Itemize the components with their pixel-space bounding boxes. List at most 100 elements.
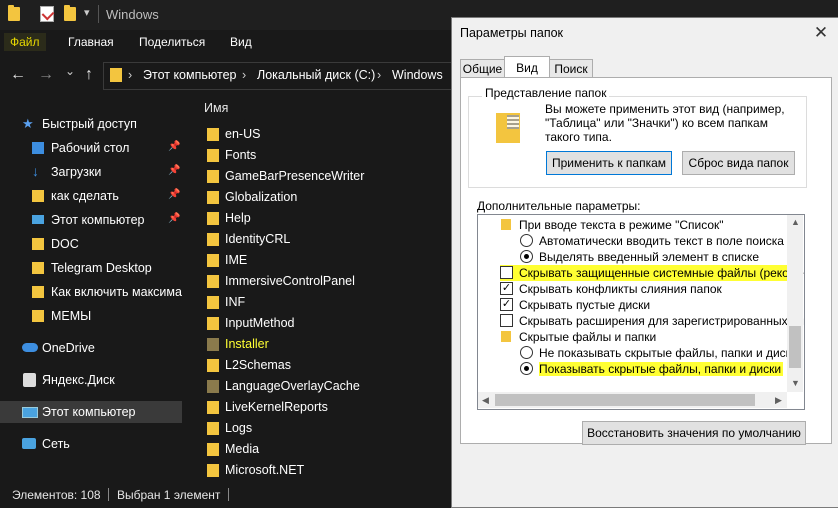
nav-item-onedrive[interactable]: OneDrive xyxy=(0,337,182,359)
folder-icon xyxy=(207,170,219,183)
checkbox-checked[interactable]: ✓ xyxy=(500,298,513,311)
properties-icon[interactable] xyxy=(40,6,55,22)
nav-item-how-to[interactable]: как сделать 📌 xyxy=(0,185,182,207)
file-name: INF xyxy=(225,295,246,309)
pin-icon: 📌 xyxy=(168,165,181,176)
divider xyxy=(98,5,99,23)
new-folder-icon[interactable] xyxy=(64,5,76,21)
checkbox-checked[interactable]: ✓ xyxy=(500,282,513,295)
scroll-thumb[interactable] xyxy=(495,394,755,406)
file-row[interactable]: ImmersiveControlPanel xyxy=(186,271,451,292)
nav-item-how-enable[interactable]: Как включить максимал xyxy=(0,281,182,303)
setting-label: Скрывать расширения для зарегистрированн… xyxy=(519,314,805,328)
file-row[interactable]: Microsoft.NET xyxy=(186,460,451,481)
file-name: Media xyxy=(225,442,260,456)
nav-item-memes[interactable]: МЕМЫ xyxy=(0,305,182,327)
file-row[interactable]: GameBarPresenceWriter xyxy=(186,166,451,187)
breadcrumb-separator[interactable]: › xyxy=(377,68,381,82)
breadcrumb-local-disk[interactable]: Локальный диск (C:) xyxy=(257,68,375,82)
folder-icon xyxy=(207,359,219,372)
nav-item-this-pc[interactable]: Этот компьютер xyxy=(0,401,182,423)
file-row[interactable]: IdentityCRL xyxy=(186,229,451,250)
up-button[interactable]: ↑ xyxy=(85,66,93,84)
close-button[interactable]: ✕ xyxy=(809,22,833,44)
restore-defaults-button[interactable]: Восстановить значения по умолчанию xyxy=(582,421,806,445)
file-name: Microsoft.NET xyxy=(225,463,305,477)
checkbox[interactable] xyxy=(500,314,513,327)
reset-folders-button[interactable]: Сброс вида папок xyxy=(682,151,795,175)
file-name: Logs xyxy=(225,421,253,435)
breadcrumb-separator[interactable]: › xyxy=(128,68,132,82)
file-name: LanguageOverlayCache xyxy=(225,379,360,393)
folder-options-dialog: Параметры папок ✕ Общие Вид Поиск Предст… xyxy=(451,17,838,508)
file-name: LiveKernelReports xyxy=(225,400,328,414)
advanced-settings-list[interactable]: При вводе текста в режиме "Список" Автом… xyxy=(477,214,805,410)
column-header-name[interactable]: Имя xyxy=(204,101,228,115)
scroll-right-icon[interactable]: ▶ xyxy=(775,395,782,406)
radio-button-selected[interactable] xyxy=(520,362,533,375)
nav-item-downloads[interactable]: ↓ Загрузки 📌 xyxy=(0,161,182,183)
ribbon-tab-share[interactable]: Поделиться xyxy=(139,35,205,49)
file-row[interactable]: InputMethod xyxy=(186,313,451,334)
scroll-left-icon[interactable]: ◀ xyxy=(482,395,489,406)
checkbox[interactable] xyxy=(500,266,513,279)
radio-button[interactable] xyxy=(520,234,533,247)
nav-item-doc[interactable]: DOC xyxy=(0,233,182,255)
folder-icon xyxy=(110,68,122,82)
ribbon-tab-home[interactable]: Главная xyxy=(68,35,114,49)
file-row[interactable]: Globalization xyxy=(186,187,451,208)
yandex-disk-icon xyxy=(23,373,36,387)
horizontal-scrollbar[interactable]: ◀ ▶ xyxy=(478,392,787,408)
setting-label: Скрытые файлы и папки xyxy=(519,330,657,344)
breadcrumb-separator[interactable]: › xyxy=(242,68,246,82)
tab-search[interactable]: Поиск xyxy=(549,59,593,79)
star-icon: ★ xyxy=(22,116,34,131)
nav-item-this-pc-pinned[interactable]: Этот компьютер 📌 xyxy=(0,209,182,231)
back-button[interactable]: ← xyxy=(10,66,26,84)
file-row[interactable]: LanguageOverlayCache xyxy=(186,376,451,397)
file-row[interactable]: Help xyxy=(186,208,451,229)
file-row[interactable]: L2Schemas xyxy=(186,355,451,376)
tab-general[interactable]: Общие xyxy=(460,59,505,79)
radio-button-selected[interactable] xyxy=(520,250,533,263)
forward-button[interactable]: → xyxy=(38,66,54,84)
address-bar[interactable]: › Этот компьютер › Локальный диск (C:) ›… xyxy=(103,62,455,90)
file-row[interactable]: INF xyxy=(186,292,451,313)
navigation-pane: ★ Быстрый доступ Рабочий стол 📌 ↓ Загруз… xyxy=(0,96,184,480)
divider xyxy=(108,488,109,501)
scroll-thumb[interactable] xyxy=(789,326,801,368)
pin-icon: 📌 xyxy=(168,141,181,152)
file-row[interactable]: Media xyxy=(186,439,451,460)
file-row[interactable]: Installer xyxy=(186,334,451,355)
file-row[interactable]: en-US xyxy=(186,124,451,145)
nav-item-network[interactable]: Сеть xyxy=(0,433,182,455)
vertical-scrollbar[interactable]: ▲ ▼ xyxy=(787,215,803,392)
file-row[interactable]: Logs xyxy=(186,418,451,439)
apply-to-folders-button[interactable]: Применить к папкам xyxy=(546,151,672,175)
nav-item-yandex-disk[interactable]: Яндекс.Диск xyxy=(0,369,182,391)
ribbon-tab-view[interactable]: Вид xyxy=(230,35,252,49)
file-name: ImmersiveControlPanel xyxy=(225,274,355,288)
file-row[interactable]: IME xyxy=(186,250,451,271)
folder-icon xyxy=(32,262,44,274)
setting-checkbox[interactable]: Скрывать защищенные системные файлы (рек… xyxy=(500,265,804,281)
scroll-down-icon[interactable]: ▼ xyxy=(791,378,800,388)
quick-access-dropdown-icon[interactable]: ▾ xyxy=(84,6,90,19)
folder-icon xyxy=(207,401,219,414)
breadcrumb-this-pc[interactable]: Этот компьютер xyxy=(143,68,236,82)
recent-locations-button[interactable]: ⌄ xyxy=(65,64,75,78)
file-row[interactable]: LiveKernelReports xyxy=(186,397,451,418)
scroll-up-icon[interactable]: ▲ xyxy=(791,217,800,227)
ribbon-tab-file[interactable]: Файл xyxy=(4,33,46,51)
breadcrumb-windows[interactable]: Windows xyxy=(392,68,443,82)
folder-icon xyxy=(207,191,219,204)
nav-item-telegram[interactable]: Telegram Desktop xyxy=(0,257,182,279)
nav-item-quick-access[interactable]: ★ Быстрый доступ xyxy=(0,113,182,135)
file-row[interactable]: Fonts xyxy=(186,145,451,166)
status-bar: Элементов: 108 Выбран 1 элемент xyxy=(0,482,450,506)
address-row: ← → ⌄ ↑ › Этот компьютер › Локальный дис… xyxy=(0,58,455,92)
nav-item-desktop[interactable]: Рабочий стол 📌 xyxy=(0,137,182,159)
nav-label: Быстрый доступ xyxy=(42,117,137,131)
radio-button[interactable] xyxy=(520,346,533,359)
group-title: Представление папок xyxy=(482,86,610,100)
